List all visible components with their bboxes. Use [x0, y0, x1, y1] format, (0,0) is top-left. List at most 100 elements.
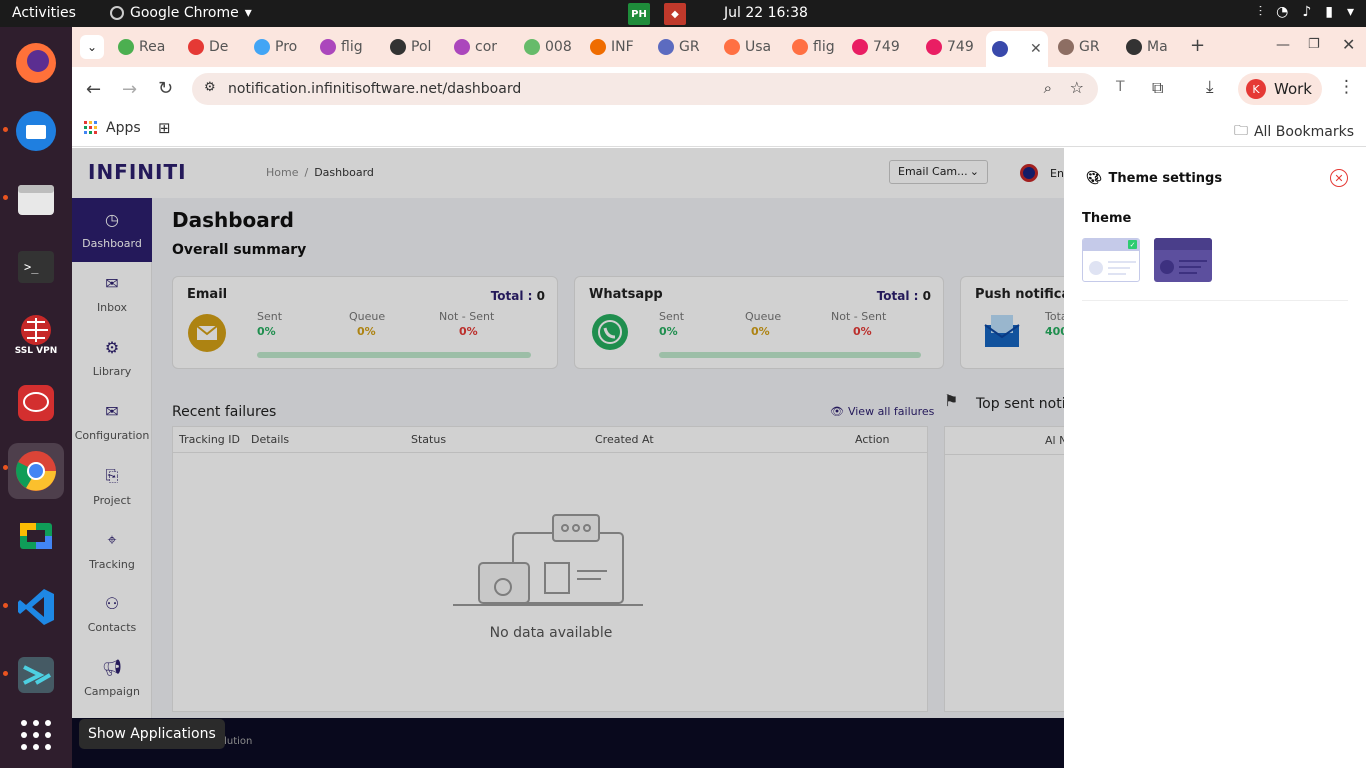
git-tray-icon[interactable]: ◆ — [664, 3, 686, 25]
chevron-down-icon: ▾ — [244, 5, 252, 21]
tab-5[interactable]: cor — [448, 35, 510, 59]
vscode-icon[interactable] — [8, 579, 64, 635]
apps-grid-icon[interactable] — [8, 707, 64, 763]
tab-favicon-icon — [390, 39, 406, 55]
bookmark-star-icon[interactable]: ☆ — [1070, 78, 1084, 97]
forward-icon[interactable]: → — [122, 79, 137, 100]
tab-search-button[interactable]: ⌄ — [80, 35, 104, 59]
phpstorm-tray-icon[interactable]: PH — [628, 3, 650, 25]
tab-8[interactable]: GR — [652, 35, 714, 59]
tab-13[interactable]: ✕ — [986, 31, 1048, 67]
back-icon[interactable]: ← — [86, 79, 101, 100]
tab-2[interactable]: Pro — [248, 35, 310, 59]
profile-label: Work — [1274, 80, 1312, 98]
profile-button[interactable]: K Work — [1238, 73, 1322, 105]
terminal-icon[interactable]: >_ — [8, 239, 64, 295]
tab-label: GR — [1079, 39, 1100, 55]
reload-icon[interactable]: ↻ — [158, 78, 173, 99]
tab-label: GR — [679, 39, 700, 55]
divider — [1082, 300, 1348, 301]
close-window-button[interactable]: ✕ — [1342, 35, 1355, 54]
wifi-icon: ◔ — [1276, 4, 1289, 20]
tab-favicon-icon — [658, 39, 674, 55]
tab-11[interactable]: 749 — [846, 35, 908, 59]
chrome-icon[interactable] — [8, 443, 64, 499]
tab-favicon-icon — [1126, 39, 1142, 55]
tab-1[interactable]: De — [182, 35, 244, 59]
chrome-window: ⌄ Rea De Pro flig Pol cor 008 INF GR Usa flig 749 74… — [72, 27, 1366, 768]
tab-favicon-icon — [792, 39, 808, 55]
chrome-small-icon — [110, 6, 124, 20]
browser-toolbar: ← → ↻ ⚙ notification.infinitisoftware.ne… — [72, 67, 1366, 113]
ssl-vpn-icon[interactable]: SSL VPN — [8, 307, 64, 363]
app-name-label: Google Chrome — [130, 5, 239, 21]
tab-favicon-icon — [1058, 39, 1074, 55]
avatar: K — [1246, 79, 1266, 99]
firefox-icon[interactable] — [8, 35, 64, 91]
battery-icon: ▮ — [1325, 4, 1333, 20]
tab-groups-icon[interactable]: ⊞ — [158, 119, 171, 137]
close-panel-button[interactable]: ✕ — [1330, 169, 1348, 187]
modal-backdrop[interactable] — [72, 148, 1064, 768]
tab-favicon-icon — [724, 39, 740, 55]
extensions-icon[interactable]: ⧉ — [1152, 78, 1163, 98]
tab-favicon-icon — [188, 39, 204, 55]
tab-10[interactable]: flig — [786, 35, 848, 59]
all-bookmarks-label: All Bookmarks — [1253, 124, 1354, 140]
tab-label: Pol — [411, 39, 432, 55]
tab-favicon-icon — [926, 39, 942, 55]
tab-strip: ⌄ Rea De Pro flig Pol cor 008 INF GR Usa flig 749 74… — [72, 27, 1366, 67]
system-tray[interactable]: ⫶ ◔ ♪ ▮ ▾ — [1259, 4, 1354, 20]
all-bookmarks-button[interactable]: 🗀 All Bookmarks — [1234, 120, 1354, 144]
tab-14[interactable]: GR — [1052, 35, 1114, 59]
files-icon[interactable] — [8, 171, 64, 227]
theme-section-label: Theme — [1082, 211, 1132, 226]
app-menu[interactable]: Google Chrome ▾ — [110, 5, 252, 21]
tab-12[interactable]: 749 — [920, 35, 982, 59]
close-tab-icon[interactable]: ✕ — [1030, 41, 1042, 57]
bookmarks-bar: Apps ⊞ 🗀 All Bookmarks — [72, 113, 1366, 147]
downloads-icon[interactable]: ⤓ — [1206, 77, 1214, 97]
tab-4[interactable]: Pol — [384, 35, 446, 59]
minimize-button[interactable]: — — [1276, 37, 1290, 53]
os-top-bar: Activities Google Chrome ▾ PH ◆ Jul 22 1… — [0, 0, 1366, 27]
tab-favicon-icon — [852, 39, 868, 55]
tab-label: flig — [341, 39, 363, 55]
theme-option-light[interactable]: ✓ — [1082, 238, 1140, 282]
tab-label: 749 — [947, 39, 974, 55]
tab-0[interactable]: Rea — [112, 35, 174, 59]
chrome-menu-icon[interactable]: ⋮ — [1338, 77, 1355, 97]
tab-favicon-icon — [320, 39, 336, 55]
zoom-icon[interactable]: ⌕ — [1044, 79, 1052, 97]
tab-favicon-icon — [590, 39, 606, 55]
tab-label: Rea — [139, 39, 166, 55]
tab-label: De — [209, 39, 229, 55]
ssl-vpn-label: SSL VPN — [14, 346, 58, 356]
tab-7[interactable]: INF — [584, 35, 646, 59]
new-tab-button[interactable]: + — [1190, 35, 1205, 56]
svg-text:>_: >_ — [24, 260, 39, 274]
activities-button[interactable]: Activities — [12, 5, 76, 21]
apps-label: Apps — [106, 120, 141, 136]
theme-option-dark[interactable] — [1154, 238, 1212, 282]
panel-title: Theme settings — [1108, 171, 1223, 186]
volume-icon: ♪ — [1302, 4, 1312, 20]
apps-bookmark[interactable]: Apps — [84, 120, 141, 136]
tab-label: Pro — [275, 39, 298, 55]
maximize-button[interactable]: ❐ — [1308, 37, 1320, 52]
google-chat-icon[interactable] — [8, 511, 64, 567]
tab-3[interactable]: flig — [314, 35, 376, 59]
translate-extension-icon[interactable]: T — [1116, 79, 1125, 95]
site-info-icon[interactable]: ⚙ — [204, 80, 216, 95]
app-icon[interactable] — [8, 647, 64, 703]
thunderbird-icon[interactable] — [8, 103, 64, 159]
tab-9[interactable]: Usa — [718, 35, 780, 59]
tab-label: Ma — [1147, 39, 1168, 55]
clock[interactable]: Jul 22 16:38 — [724, 5, 808, 21]
address-bar[interactable]: ⚙ notification.infinitisoftware.net/dash… — [192, 73, 1098, 105]
tab-15[interactable]: Ma — [1120, 35, 1182, 59]
tab-favicon-icon — [118, 39, 134, 55]
tab-6[interactable]: 008 — [518, 35, 580, 59]
chat-icon[interactable] — [8, 375, 64, 431]
tab-favicon-icon — [254, 39, 270, 55]
